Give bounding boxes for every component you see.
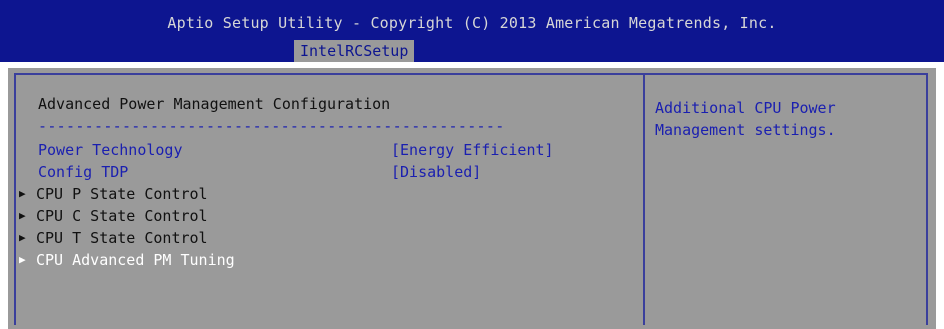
submenu-label: CPU Advanced PM Tuning (36, 251, 235, 269)
submenu-arrow-icon: ▶ (19, 231, 26, 244)
help-text: Additional CPU Power Management settings… (655, 99, 836, 139)
setting-label: Power Technology (38, 141, 183, 159)
utility-title: Aptio Setup Utility - Copyright (C) 2013… (167, 14, 777, 32)
submenu-label: CPU T State Control (36, 229, 208, 247)
setting-value[interactable]: [Disabled] (391, 161, 481, 183)
setting-power-technology[interactable]: Power Technology [Energy Efficient] (16, 139, 642, 161)
tab-intelrcsetup[interactable]: IntelRCSetup (294, 40, 415, 62)
main-panel: Advanced Power Management Configuration … (8, 68, 936, 329)
submenu-arrow-icon: ▶ (19, 253, 26, 266)
setting-config-tdp[interactable]: Config TDP [Disabled] (16, 161, 642, 183)
help-pane: Additional CPU Power Management settings… (647, 75, 926, 325)
submenu-cpu-c-state-control[interactable]: ▶ CPU C State Control (16, 205, 642, 227)
panel-frame: Advanced Power Management Configuration … (14, 73, 928, 325)
submenu-cpu-p-state-control[interactable]: ▶ CPU P State Control (16, 183, 642, 205)
pane-divider (643, 75, 645, 325)
submenu-arrow-icon: ▶ (19, 209, 26, 222)
submenu-label: CPU P State Control (36, 185, 208, 203)
setting-value[interactable]: [Energy Efficient] (391, 139, 554, 161)
submenu-cpu-t-state-control[interactable]: ▶ CPU T State Control (16, 227, 642, 249)
submenu-cpu-advanced-pm-tuning[interactable]: ▶ CPU Advanced PM Tuning (16, 249, 642, 271)
settings-pane: Advanced Power Management Configuration … (16, 75, 642, 325)
title-bar: Aptio Setup Utility - Copyright (C) 2013… (0, 0, 944, 62)
section-separator: ----------------------------------------… (38, 117, 505, 135)
submenu-label: CPU C State Control (36, 207, 208, 225)
setting-label: Config TDP (38, 163, 129, 181)
section-title: Advanced Power Management Configuration (38, 95, 391, 113)
submenu-arrow-icon: ▶ (19, 187, 26, 200)
